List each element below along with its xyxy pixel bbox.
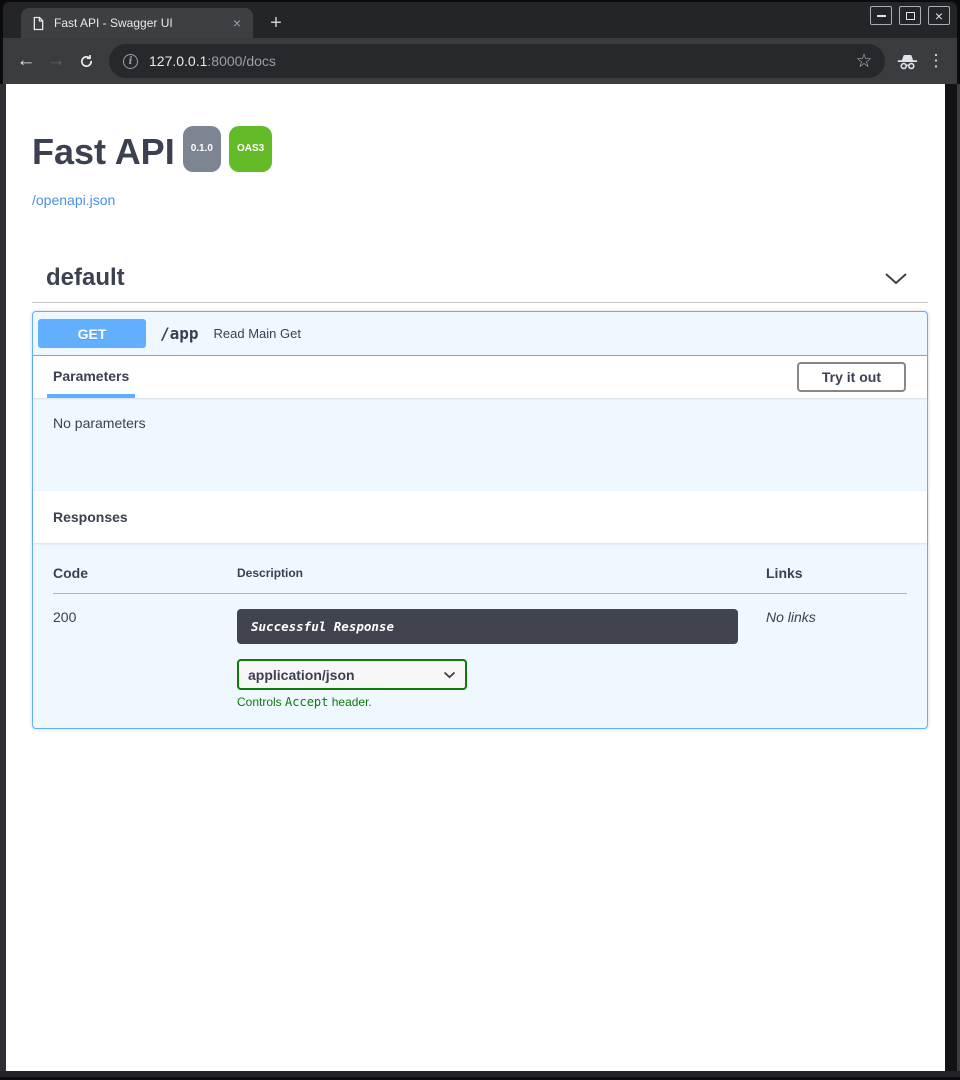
tag-section-header[interactable]: default <box>32 264 928 303</box>
window-controls: × <box>870 6 950 25</box>
swagger-page: Fast API0.1.0OAS3 /openapi.json default … <box>6 84 945 1071</box>
api-info: Fast API0.1.0OAS3 /openapi.json <box>32 132 928 208</box>
url-text[interactable]: 127.0.0.1:8000/docs <box>149 53 849 69</box>
api-title: Fast API0.1.0OAS3 <box>32 132 928 185</box>
close-button[interactable]: × <box>928 6 950 25</box>
minimize-icon <box>877 15 886 17</box>
tab-parameters[interactable]: Parameters <box>47 356 135 398</box>
try-it-out-button[interactable]: Try it out <box>797 362 906 392</box>
operation-description: Read Main Get <box>214 326 301 341</box>
browser-tab[interactable]: Fast API - Swagger UI × <box>21 8 253 38</box>
media-type-select[interactable]: application/json <box>237 659 467 690</box>
column-header-links: Links <box>766 559 907 594</box>
chevron-down-icon[interactable] <box>884 272 908 285</box>
openapi-spec-link[interactable]: /openapi.json <box>32 192 928 208</box>
site-info-icon[interactable]: i <box>123 54 138 69</box>
operation-path: /app <box>160 324 199 343</box>
accept-header-note: Controls Accept header. <box>237 695 738 709</box>
url-host: 127.0.0.1 <box>149 53 207 69</box>
column-header-description: Description <box>237 559 766 594</box>
response-description: Successful Response <box>237 609 738 644</box>
response-description-cell: Successful Response application/json <box>237 594 766 710</box>
maximize-icon <box>906 12 915 20</box>
new-tab-button[interactable]: + <box>263 10 289 36</box>
responses-table: Code Description Links 200 Successful Re… <box>53 559 907 709</box>
responses-table-header-row: Code Description Links <box>53 559 907 594</box>
parameters-header: Parameters Try it out <box>33 356 927 398</box>
window-frame-right <box>945 84 960 1080</box>
bookmark-star-icon[interactable]: ☆ <box>849 46 879 76</box>
reload-icon <box>78 53 95 70</box>
address-bar[interactable]: i 127.0.0.1:8000/docs ☆ <box>109 44 885 78</box>
response-links: No links <box>766 594 907 710</box>
response-code: 200 <box>53 594 237 710</box>
incognito-icon <box>891 53 923 70</box>
oas3-badge: OAS3 <box>229 126 272 172</box>
forward-button: → <box>41 44 71 78</box>
reload-button[interactable] <box>71 44 101 78</box>
maximize-button[interactable] <box>899 6 921 25</box>
browser-toolbar: ← → i 127.0.0.1:8000/docs ☆ ⋮ <box>3 38 957 84</box>
tab-close-icon[interactable]: × <box>229 14 245 32</box>
media-type-select-wrap: application/json <box>237 659 467 690</box>
window-frame-bottom <box>0 1071 960 1080</box>
url-path: :8000/docs <box>207 53 276 69</box>
opblock-get-app: GET /app Read Main Get Parameters Try it… <box>32 311 928 729</box>
back-button[interactable]: ← <box>11 44 41 78</box>
method-get-button[interactable]: GET <box>38 319 146 348</box>
responses-header: Responses <box>33 491 927 543</box>
responses-body: Code Description Links 200 Successful Re… <box>33 543 927 728</box>
response-row-200: 200 Successful Response application/json <box>53 594 907 710</box>
operation-summary[interactable]: GET /app Read Main Get <box>33 312 927 356</box>
minimize-button[interactable] <box>870 6 892 25</box>
tab-title: Fast API - Swagger UI <box>54 16 229 30</box>
browser-titlebar: Fast API - Swagger UI × + × <box>3 2 957 38</box>
accept-code: Accept <box>285 695 328 709</box>
column-header-code: Code <box>53 559 237 594</box>
version-badge: 0.1.0 <box>183 126 221 172</box>
page-favicon-icon <box>32 16 45 31</box>
no-parameters-text: No parameters <box>33 398 927 491</box>
browser-menu-icon[interactable]: ⋮ <box>923 51 949 71</box>
tag-name: default <box>46 264 125 292</box>
